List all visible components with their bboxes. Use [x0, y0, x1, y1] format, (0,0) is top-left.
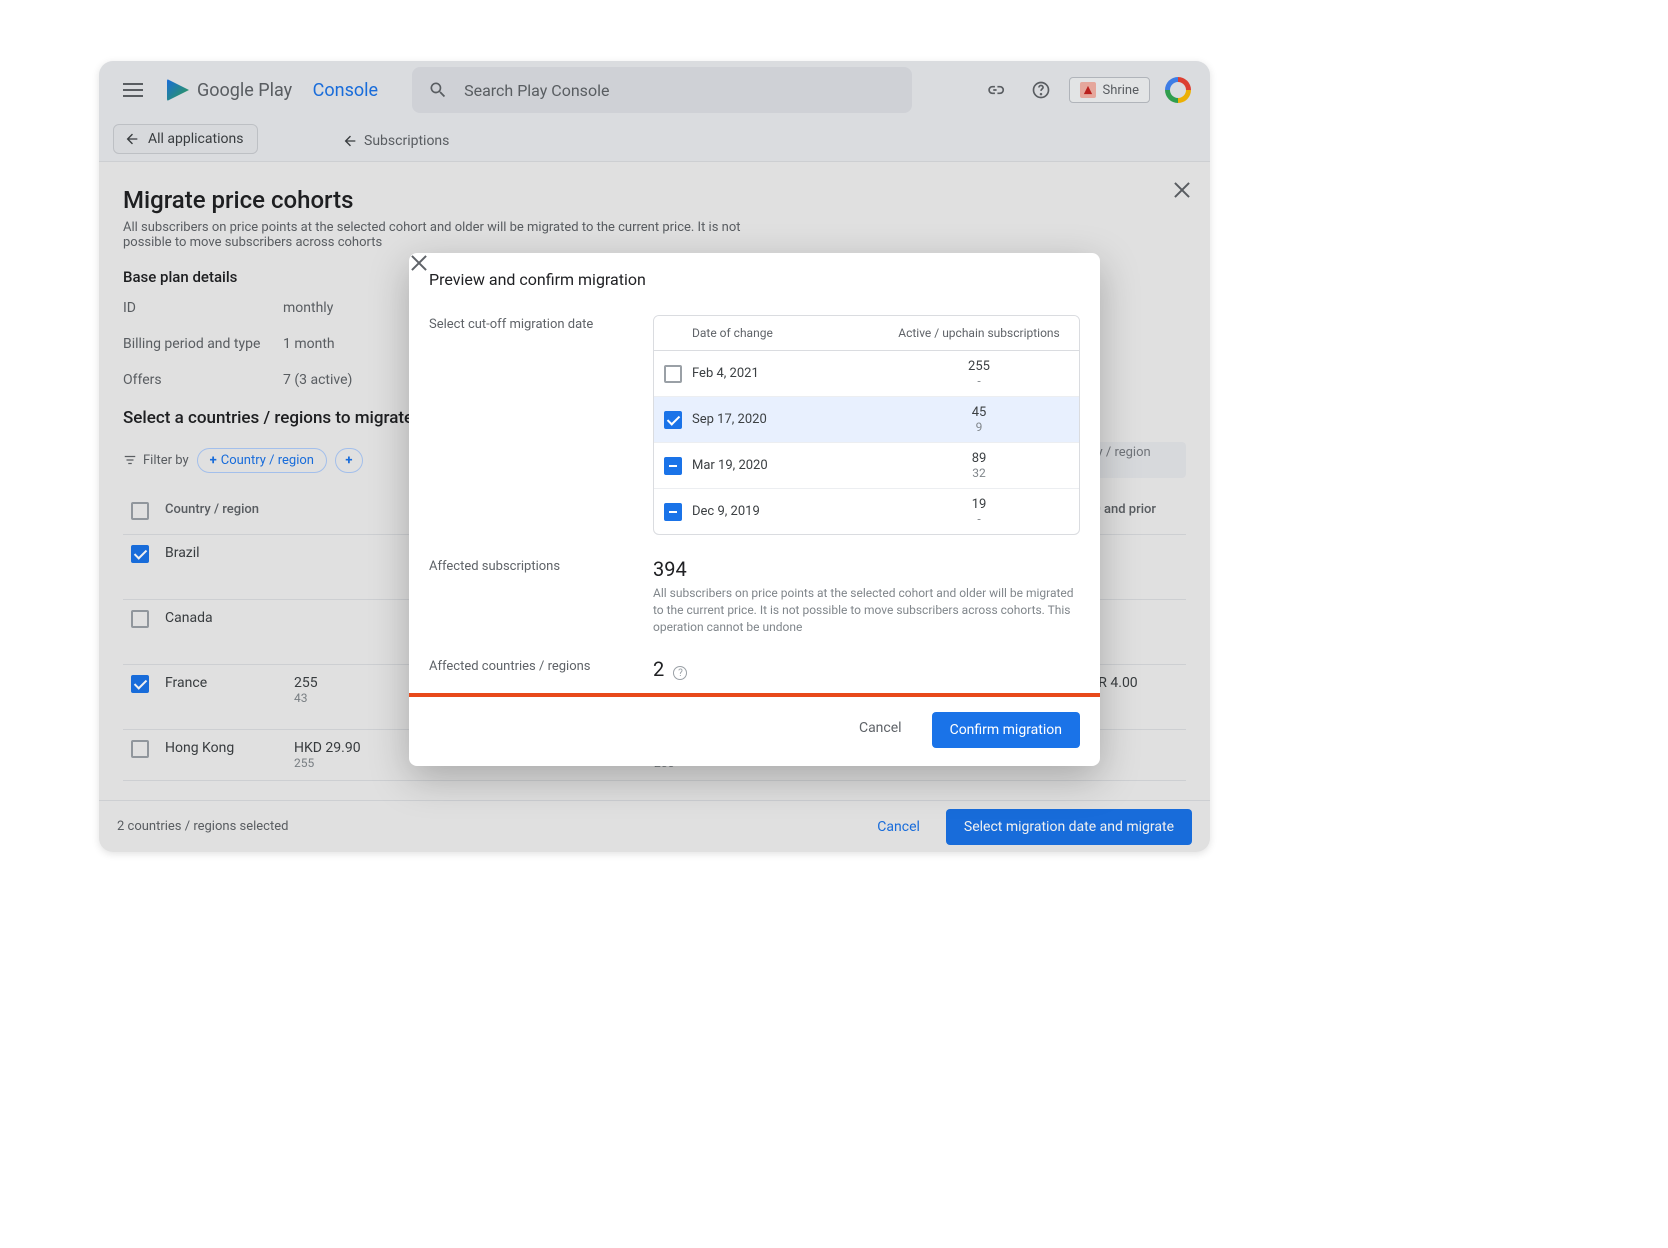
date-checkbox[interactable]	[664, 503, 682, 521]
date-checkbox[interactable]	[664, 457, 682, 475]
row-checkbox[interactable]	[131, 610, 149, 628]
date-row[interactable]: Dec 9, 2019 19-	[654, 489, 1079, 534]
link-icon[interactable]	[977, 72, 1013, 108]
row-checkbox[interactable]	[131, 675, 149, 693]
date-row[interactable]: Sep 17, 2020 459	[654, 397, 1079, 443]
search-icon	[428, 80, 448, 100]
top-icons: Shrine	[977, 72, 1196, 108]
billing-value: 1 month	[283, 336, 335, 352]
play-icon	[167, 79, 189, 101]
confirm-migration-button[interactable]: Confirm migration	[932, 712, 1080, 748]
all-apps-label: All applications	[148, 131, 243, 147]
google-logo-icon	[1165, 77, 1191, 103]
filter-label: Filter by	[123, 453, 189, 468]
id-value: monthly	[283, 300, 333, 316]
row-checkbox[interactable]	[131, 545, 149, 563]
subscriptions-link[interactable]: Subscriptions	[342, 125, 453, 157]
country-cell: Canada	[157, 600, 286, 665]
close-panel-button[interactable]	[1172, 180, 1192, 200]
th-date: Date of change	[692, 326, 879, 340]
active-value: 19-	[879, 497, 1079, 526]
date-checkbox[interactable]	[664, 411, 682, 429]
cutoff-label: Select cut-off migration date	[429, 315, 643, 535]
offers-label: Offers	[123, 372, 283, 388]
panel-subtitle: All subscribers on price points at the s…	[123, 220, 763, 250]
chip-label: Country / region	[221, 453, 314, 468]
row-checkbox[interactable]	[131, 740, 149, 758]
affected-subs-desc: All subscribers on price points at the s…	[653, 585, 1080, 635]
th-country: Country / region	[157, 492, 286, 535]
all-applications-button[interactable]: All applications	[113, 124, 258, 154]
modal-title: Preview and confirm migration	[429, 270, 646, 289]
active-value: 255-	[879, 359, 1079, 388]
plus-icon: +	[210, 453, 217, 468]
menu-button[interactable]	[113, 70, 153, 110]
date-value: Sep 17, 2020	[692, 412, 879, 427]
brand-text-1: Google Play	[197, 80, 292, 101]
date-checkbox[interactable]	[664, 365, 682, 383]
subscriptions-label: Subscriptions	[364, 133, 449, 149]
modal-cancel-button[interactable]: Cancel	[843, 712, 918, 748]
date-table: Date of change Active / upchain subscrip…	[653, 315, 1080, 535]
search-input[interactable]: Search Play Console	[412, 67, 912, 113]
active-value: 8932	[879, 451, 1079, 480]
select-migrate-button[interactable]: Select migration date and migrate	[946, 809, 1192, 845]
affected-subs-label: Affected subscriptions	[429, 557, 643, 635]
app-chip-icon	[1080, 82, 1096, 98]
affected-regions-num: 2	[653, 657, 664, 681]
plus-icon: +	[345, 453, 352, 468]
billing-label: Billing period and type	[123, 336, 283, 352]
date-value: Mar 19, 2020	[692, 458, 879, 473]
affected-regions-label: Affected countries / regions	[429, 657, 643, 681]
offers-value: 7 (3 active)	[283, 372, 352, 388]
th-active: Active / upchain subscriptions	[879, 326, 1079, 340]
active-value: 459	[879, 405, 1079, 434]
highlight-optout-box: Opt-in/Opt-out ? Set migration as opt-ou…	[409, 693, 1100, 700]
filter-by-text: Filter by	[143, 453, 189, 468]
filter-icon	[123, 453, 137, 467]
filter-chip-country[interactable]: + Country / region	[197, 448, 327, 473]
preview-modal: Preview and confirm migration Select cut…	[409, 253, 1100, 766]
subnav: All applications	[99, 119, 1210, 159]
country-cell: Hong Kong	[157, 730, 286, 781]
modal-body: Select cut-off migration date Date of ch…	[409, 305, 1100, 700]
panel-title: Migrate price cohorts	[123, 186, 1186, 214]
search-placeholder: Search Play Console	[464, 81, 609, 100]
panel-cancel-button[interactable]: Cancel	[861, 811, 936, 843]
country-cell: Brazil	[157, 535, 286, 600]
panel-footer: 2 countries / regions selected Cancel Se…	[99, 800, 1210, 852]
modal-footer: Cancel Confirm migration	[409, 700, 1100, 766]
filter-chip-add[interactable]: +	[335, 448, 363, 473]
date-row[interactable]: Mar 19, 2020 8932	[654, 443, 1079, 489]
arrow-back-icon	[124, 131, 140, 147]
brand-text-2: Console	[313, 80, 378, 101]
app-window: Google Play Console Search Play Console …	[99, 61, 1210, 852]
date-table-header: Date of change Active / upchain subscrip…	[654, 316, 1079, 351]
menu-icon	[123, 89, 143, 91]
app-chip-label: Shrine	[1102, 83, 1139, 98]
affected-subs-num: 394	[653, 557, 1080, 581]
help-icon[interactable]: ?	[673, 666, 687, 680]
selection-status: 2 countries / regions selected	[117, 819, 288, 834]
select-all-checkbox[interactable]	[131, 502, 149, 520]
date-value: Dec 9, 2019	[692, 504, 879, 519]
brand[interactable]: Google Play Console	[167, 79, 378, 101]
app-chip[interactable]: Shrine	[1069, 77, 1150, 103]
arrow-back-icon	[342, 133, 358, 149]
help-icon[interactable]	[1023, 72, 1059, 108]
id-label: ID	[123, 300, 283, 316]
account-avatar[interactable]	[1160, 72, 1196, 108]
date-value: Feb 4, 2021	[692, 366, 879, 381]
country-cell: France	[157, 665, 286, 730]
modal-header: Preview and confirm migration	[409, 253, 1100, 305]
topbar: Google Play Console Search Play Console …	[99, 61, 1210, 119]
modal-close-button[interactable]	[1060, 269, 1080, 289]
date-row[interactable]: Feb 4, 2021 255-	[654, 351, 1079, 397]
